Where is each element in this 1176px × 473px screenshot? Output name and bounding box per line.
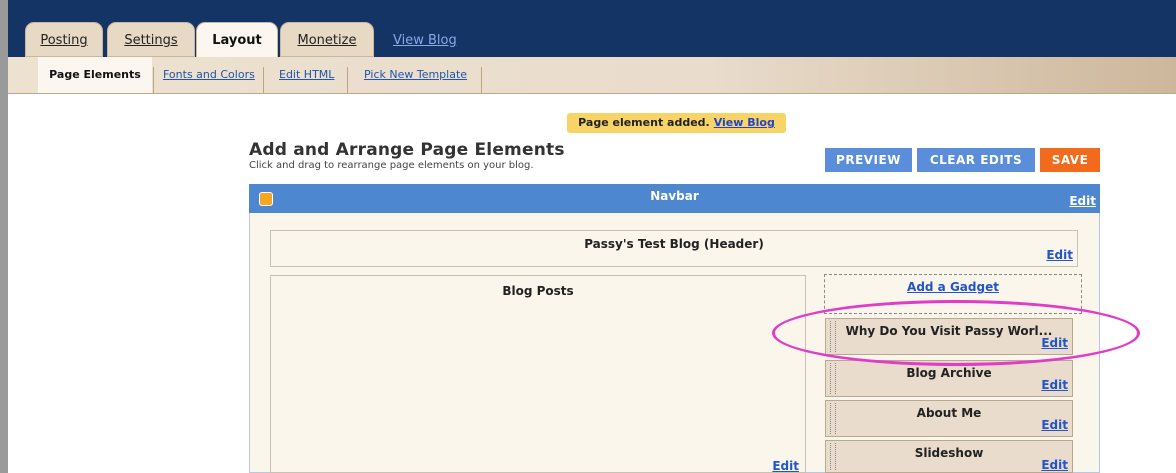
navbar-title: Navbar (650, 189, 699, 203)
blog-posts-title: Blog Posts (502, 284, 574, 298)
header-edit-link[interactable]: Edit (1046, 248, 1073, 262)
header-title: Passy's Test Blog (Header) (584, 237, 764, 251)
subtab-edit-html[interactable]: Edit HTML (279, 57, 334, 93)
gadget-edit-link[interactable]: Edit (1041, 458, 1068, 472)
subtab-pick-new-template[interactable]: Pick New Template (364, 57, 467, 93)
gadget-title: Blog Archive (906, 366, 992, 380)
sub-nav-bar: Page Elements Fonts and Colors Edit HTML… (8, 57, 1176, 94)
tab-monetize[interactable]: Monetize (280, 22, 374, 57)
tab-settings[interactable]: Settings (107, 22, 195, 57)
page-title: Add and Arrange Page Elements (249, 140, 565, 160)
preview-button[interactable]: PREVIEW (825, 148, 912, 172)
blog-posts-edit-link[interactable]: Edit (772, 459, 799, 473)
gadget-edit-link[interactable]: Edit (1041, 378, 1068, 392)
highlight-oval (772, 300, 1140, 366)
gadget-title: Slideshow (914, 446, 984, 460)
divider (481, 67, 482, 93)
gadget-about-me[interactable]: About Me Edit (825, 400, 1073, 437)
navbar-element[interactable]: Navbar Edit (249, 184, 1100, 213)
divider (263, 67, 264, 93)
tab-posting[interactable]: Posting (25, 22, 103, 57)
gadget-title: About Me (916, 406, 982, 420)
notice-text: Page element added. (578, 116, 710, 129)
notice-view-blog-link[interactable]: View Blog (714, 116, 775, 129)
navbar-edit-link[interactable]: Edit (1069, 194, 1096, 208)
header-element[interactable]: Passy's Test Blog (Header) Edit (270, 230, 1078, 267)
divider (347, 67, 348, 93)
add-gadget-link[interactable]: Add a Gadget (907, 280, 999, 294)
save-button[interactable]: SAVE (1040, 148, 1100, 172)
blog-posts-element[interactable]: Blog Posts Edit (270, 275, 806, 473)
window-frame-left (0, 0, 8, 473)
page-subtitle: Click and drag to rearrange page element… (249, 160, 534, 171)
subtab-fonts-and-colors[interactable]: Fonts and Colors (163, 57, 255, 93)
subtab-page-elements[interactable]: Page Elements (38, 57, 152, 93)
gadget-edit-link[interactable]: Edit (1041, 418, 1068, 432)
gadget-slideshow[interactable]: Slideshow Edit (825, 440, 1073, 473)
tab-layout[interactable]: Layout (196, 22, 278, 58)
clear-edits-button[interactable]: CLEAR EDITS (917, 148, 1035, 172)
top-nav-bar: Posting Settings Layout Monetize View Bl… (8, 0, 1176, 58)
divider (153, 67, 154, 93)
view-blog-link[interactable]: View Blog (393, 33, 457, 48)
status-notice: Page element added. View Blog (567, 113, 786, 133)
